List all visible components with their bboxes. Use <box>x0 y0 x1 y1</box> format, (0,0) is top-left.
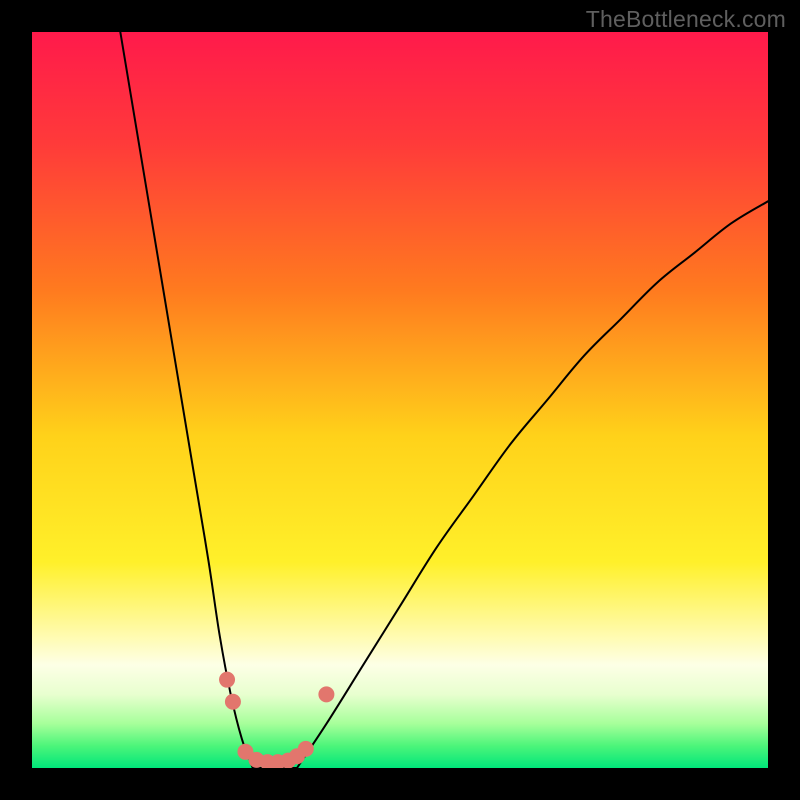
data-marker-8 <box>298 741 314 757</box>
plot-background <box>32 32 768 768</box>
data-marker-9 <box>318 686 334 702</box>
data-marker-0 <box>219 672 235 688</box>
bottleneck-chart <box>32 32 768 768</box>
data-marker-1 <box>225 694 241 710</box>
chart-frame: TheBottleneck.com <box>0 0 800 800</box>
watermark-text: TheBottleneck.com <box>586 6 786 33</box>
